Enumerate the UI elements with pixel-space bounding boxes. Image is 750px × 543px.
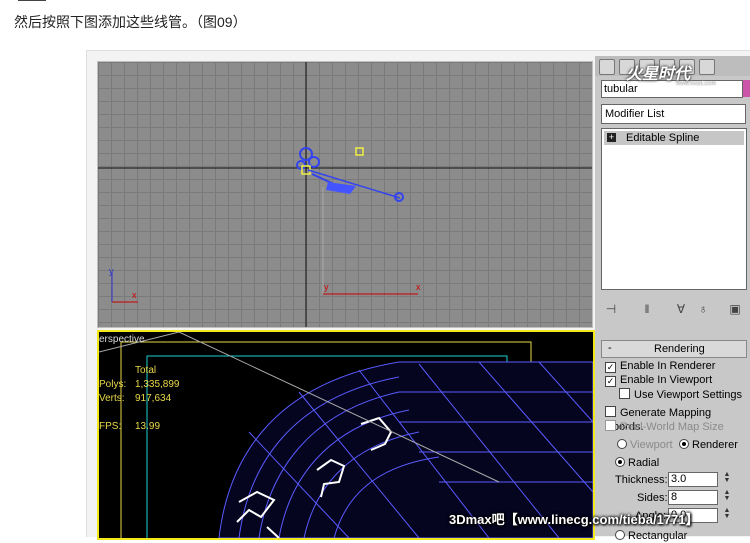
expand-icon[interactable]: + <box>607 133 616 142</box>
thickness-spinner[interactable]: ▲ ▼ <box>723 471 731 485</box>
remove-modifier-icon[interactable]: ♁ <box>695 302 711 316</box>
thickness-label: Thickness: <box>615 474 668 486</box>
utilities-tab-icon[interactable] <box>699 59 715 75</box>
top-cropped-text <box>18 0 46 1</box>
article-instruction: 然后按照下图添加这些线管。（图09） <box>14 14 247 30</box>
command-panel: tubular Modifier List + Editable Spline … <box>595 56 750 542</box>
use-viewport-settings-checkbox[interactable]: Use Viewport Settings <box>619 388 742 402</box>
real-world-map-size-checkbox[interactable]: Real-World Map Size <box>605 420 724 434</box>
watermark-url: www.hxsd.com <box>676 81 717 87</box>
spline-object[interactable] <box>296 147 404 202</box>
axis-label-y-left: y <box>109 266 114 276</box>
top-viewport-graphics: y x y x <box>98 62 592 327</box>
sides-spinner[interactable]: ▲ ▼ <box>723 489 731 503</box>
modifier-list-dropdown[interactable]: Modifier List <box>601 104 746 124</box>
rectangular-radio[interactable]: Rectangular <box>615 529 687 543</box>
stats-header: Total <box>135 365 157 376</box>
axis-label-y-center: y <box>324 282 329 292</box>
perspective-wireframe <box>99 332 593 538</box>
configure-sets-icon[interactable]: ▣ <box>727 302 743 316</box>
viewport-radio[interactable]: Viewport <box>617 438 673 452</box>
pin-stack-icon[interactable]: ⊣ <box>603 302 619 316</box>
viewport-label[interactable]: erspective <box>99 334 145 345</box>
renderer-radio[interactable]: Renderer <box>679 438 738 452</box>
make-unique-icon[interactable]: ∀ <box>673 302 689 316</box>
polys-label: Polys: <box>99 379 127 390</box>
object-color-swatch[interactable] <box>743 80 750 97</box>
sides-label: Sides: <box>637 492 668 504</box>
forum-caption: 3Dmax吧【www.linecg.com/tieba/1771】 <box>449 512 699 527</box>
stack-item-label: Editable Spline <box>626 132 700 144</box>
stack-item-editable-spline[interactable]: + Editable Spline <box>604 131 744 145</box>
show-end-result-icon[interactable]: ‖ <box>639 302 655 316</box>
polys-value: 1,335,899 <box>135 379 180 390</box>
enable-in-renderer-checkbox[interactable]: ✓ Enable In Renderer <box>605 359 715 373</box>
verts-label: Verts: <box>99 393 125 404</box>
enable-in-viewport-checkbox[interactable]: ✓ Enable In Viewport <box>605 373 712 387</box>
axis-label-x-left: x <box>132 290 137 300</box>
generate-mapping-coords-checkbox[interactable]: Generate Mapping Coords. <box>605 406 750 433</box>
angle-spinner[interactable]: ▲ ▼ <box>723 507 731 521</box>
stack-toolbar: ⊣ ‖ ∀ ♁ ▣ <box>595 300 750 320</box>
fps-label: FPS: <box>99 421 122 432</box>
top-viewport[interactable]: y x y x <box>97 61 593 328</box>
create-tab-icon[interactable] <box>599 59 615 75</box>
axis-label-x-center: x <box>416 282 421 292</box>
modifier-stack: + Editable Spline <box>601 128 747 290</box>
rendering-rollout-header[interactable]: - Rendering <box>601 340 747 358</box>
radial-radio[interactable]: Radial <box>615 456 659 470</box>
rollout-title: Rendering <box>654 343 705 355</box>
verts-value: 917,634 <box>135 393 172 404</box>
thickness-field[interactable]: 3.0 <box>668 472 718 487</box>
collapse-icon: - <box>608 342 612 354</box>
sides-field[interactable]: 8 <box>668 490 718 505</box>
viewport-stats: Total Polys: 1,335,899 Verts: 917,634 FPS:… <box>99 364 195 434</box>
fps-value: 13.99 <box>135 421 161 432</box>
